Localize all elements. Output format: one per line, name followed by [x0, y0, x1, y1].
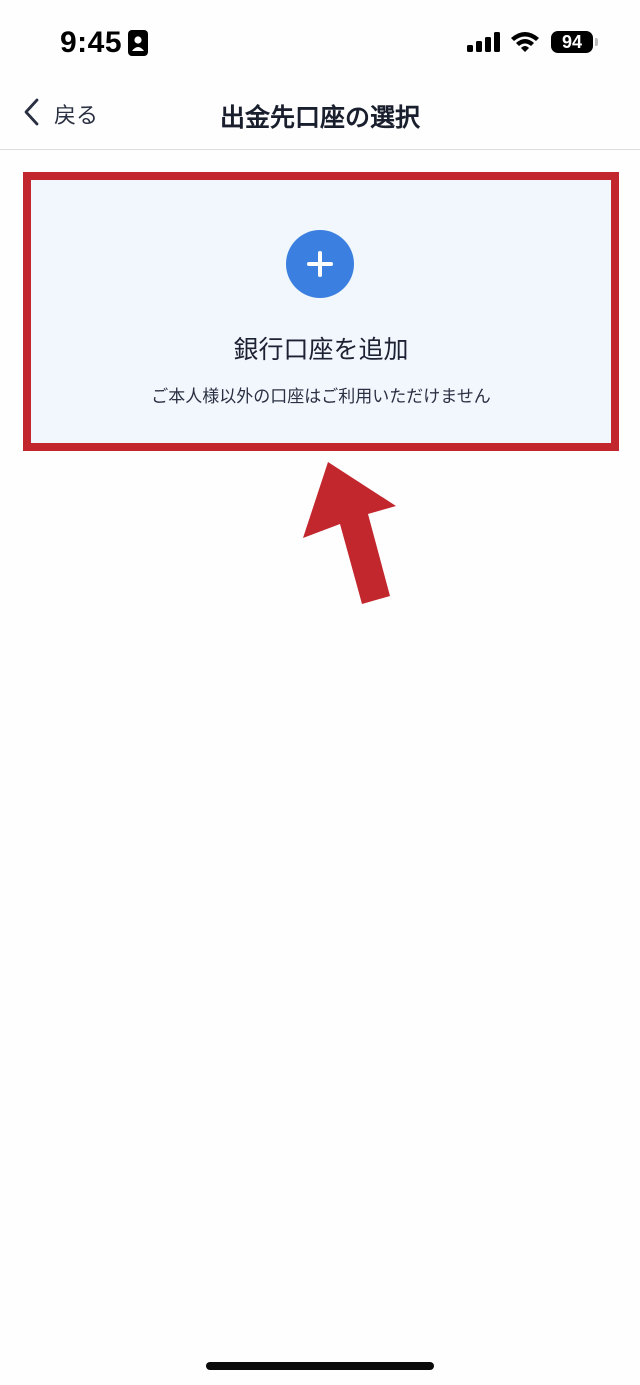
add-bank-account-button[interactable]: 銀行口座を追加 ご本人様以外の口座はご利用いただけません: [31, 180, 611, 443]
highlight-frame: 銀行口座を追加 ご本人様以外の口座はご利用いただけません: [23, 172, 619, 451]
home-indicator: [206, 1362, 434, 1370]
contact-card-icon: [128, 30, 148, 60]
annotation-arrow-icon: [296, 458, 406, 614]
battery-cap: [595, 38, 598, 46]
page-title: 出金先口座の選択: [219, 103, 420, 132]
add-bank-title: 銀行口座を追加: [233, 335, 409, 364]
screen: 9:45 94 戻る 出金先口座の選択 銀行口座を追加 ご本人様以外の口座はご利…: [0, 0, 640, 1385]
plus-circle-icon: [286, 230, 354, 298]
signal-icon: [467, 32, 501, 56]
nav-bar: 戻る 出金先口座の選択: [0, 84, 640, 150]
battery-icon: 94: [551, 31, 593, 53]
wifi-icon: [510, 30, 540, 56]
add-bank-note: ご本人様以外の口座はご利用いただけません: [151, 387, 491, 407]
status-bar: 9:45 94: [0, 0, 640, 84]
status-time: 9:45: [60, 26, 123, 59]
